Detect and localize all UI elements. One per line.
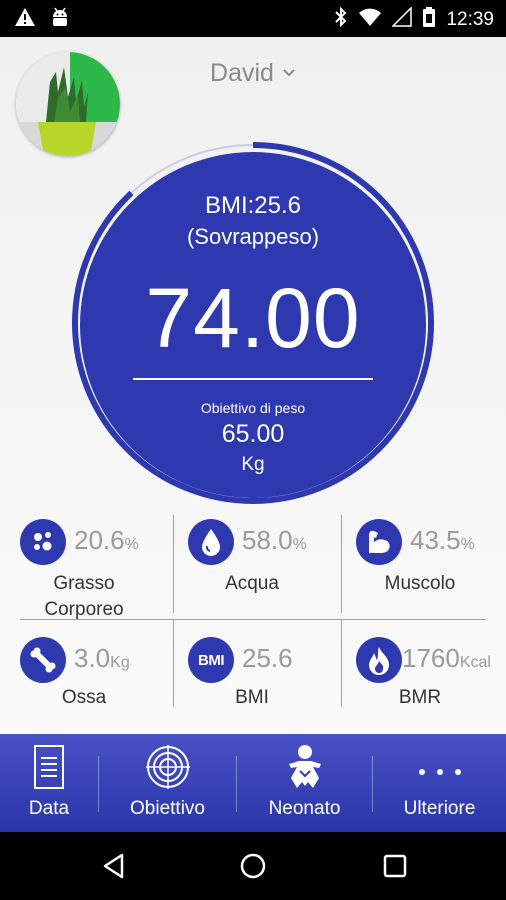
metric-label: Acqua [225,573,279,594]
bottom-navigation: Data Obiettivo Neonato Ulteriore [0,734,506,832]
battery-icon [422,6,436,33]
nav-target[interactable]: Obiettivo [99,734,236,832]
metric-label: Ossa [61,687,107,708]
goal-label: Obiettivo di peso [200,400,306,416]
goal-unit: Kg [241,454,265,475]
metric-bmi[interactable]: BMI 25.6 BMI [168,633,336,743]
metric-label: Grasso Corporeo [44,573,124,620]
bmi-icon-text: BMI [198,651,225,669]
chevron-down-icon [282,65,296,83]
metric-value: 43.5 [410,525,461,555]
warning-icon [14,7,36,34]
metrics-grid: 20.6% Grasso Corporeo 58.0% Acqua 43.5% … [0,515,506,745]
bmi-icon: BMI [188,637,234,683]
android-icon [50,7,70,34]
bone-icon [20,637,66,683]
divider [133,378,373,380]
signal-icon [391,6,413,32]
metric-unit: Kcal [459,654,491,671]
more-icon [417,764,463,782]
current-weight: 74.00 [145,271,361,365]
bluetooth-icon [334,6,348,33]
metric-unit: Kg [110,654,130,671]
user-selector[interactable]: David [0,59,506,88]
water-drop-icon [188,519,234,565]
metric-label: BMI [235,687,269,708]
clock: 12:39 [446,8,494,30]
metric-bmr[interactable]: 1760Kcal BMR [336,633,504,743]
nav-label: Obiettivo [130,798,205,819]
metric-value: 3.0 [74,643,111,673]
metric-water[interactable]: 58.0% Acqua [168,515,336,625]
metric-value: 20.6 [74,525,125,555]
metric-bone[interactable]: 3.0Kg Ossa [0,633,168,743]
metric-body-fat[interactable]: 20.6% Grasso Corporeo [0,515,168,625]
nav-label: Neonato [268,798,341,819]
goal-value: 65.00 [221,420,285,448]
nav-label: Ulteriore [403,798,476,819]
data-icon [33,744,65,795]
metric-value: 25.6 [242,643,293,673]
main-content: David BMI:25.6 (Sovrappeso) 74.00 Obiett… [0,37,506,734]
nav-more[interactable]: Ulteriore [373,734,506,832]
body-fat-icon [20,519,66,565]
status-bar: 12:39 [0,0,506,37]
baby-icon [285,744,325,799]
metric-value: 1760 [402,643,460,673]
metric-label: BMR [398,687,442,708]
user-name: David [210,59,274,87]
metric-muscle[interactable]: 43.5% Muscolo [336,515,504,625]
system-navigation-bar [0,832,506,900]
nav-baby[interactable]: Neonato [237,734,372,832]
recent-apps-icon[interactable] [381,852,409,885]
flame-icon [356,637,402,683]
bmi-value: BMI:25.6 [204,192,302,219]
metric-unit: % [124,536,139,553]
nav-data[interactable]: Data [0,734,98,832]
metric-label: Muscolo [384,573,456,594]
nav-label: Data [28,798,70,819]
target-icon [145,744,191,795]
wifi-icon [358,7,382,32]
bmi-category: (Sovrappeso) [186,224,320,249]
metric-unit: % [460,536,475,553]
metric-value: 58.0 [242,525,293,555]
metric-unit: % [292,536,307,553]
muscle-icon [356,519,402,565]
home-icon[interactable] [239,852,267,885]
back-icon[interactable] [100,852,128,885]
weight-circle[interactable]: BMI:25.6 (Sovrappeso) 74.00 Obiettivo di… [80,152,426,498]
